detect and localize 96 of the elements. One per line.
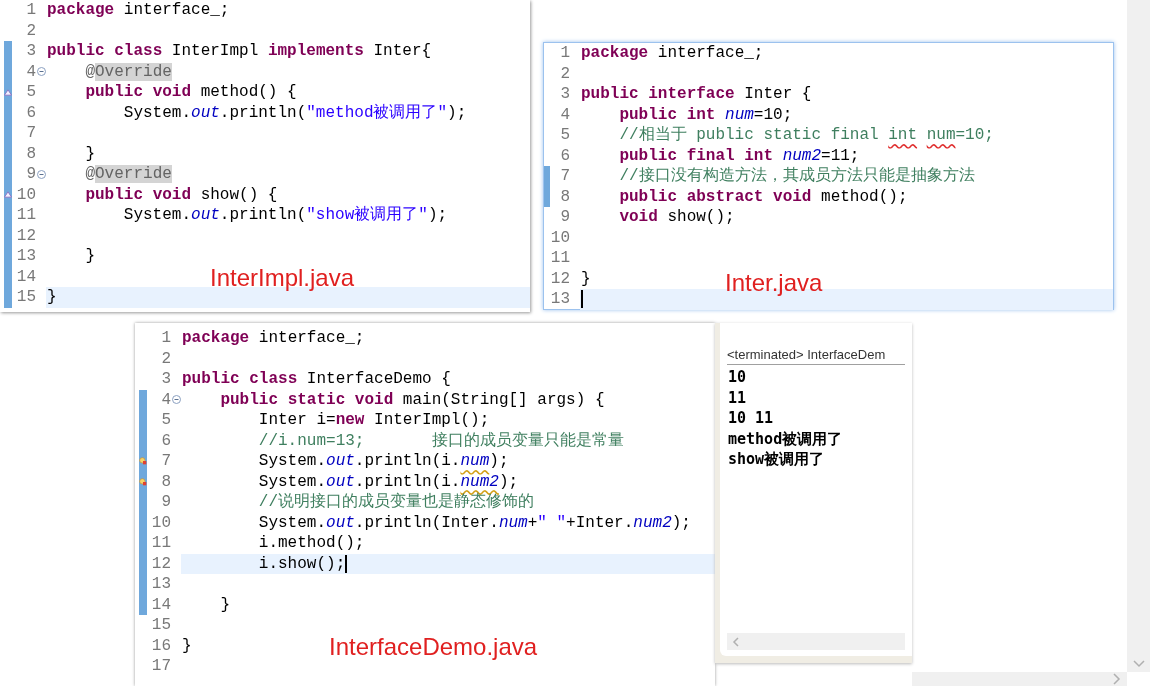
code-line: //说明接口的成员变量也是静态修饰的 [257, 492, 534, 513]
file-caption: InterfaceDemo.java [329, 632, 538, 662]
line-number: 4 [559, 104, 570, 125]
collapse-icon[interactable] [37, 169, 46, 179]
code-line: void show(); [618, 207, 735, 228]
line-number: 10 [550, 227, 570, 248]
code-line: System.out.println("method被调用了"); [122, 102, 467, 123]
line-number: 5 [25, 82, 36, 103]
line-number: 5 [559, 125, 570, 146]
chevron-down-icon[interactable] [1132, 660, 1145, 668]
collapse-icon[interactable] [37, 67, 46, 77]
line-number: 4 [160, 389, 171, 410]
line-number: 14 [16, 266, 36, 287]
line-number: 13 [16, 246, 36, 267]
line-number: 11 [550, 248, 570, 269]
code-line: } [84, 246, 95, 267]
console-output-line: method被调用了 [728, 428, 844, 449]
code-line: package interface_; [182, 328, 365, 349]
line-number: 9 [160, 492, 171, 513]
code-line: Inter i=new InterImpl(); [257, 410, 490, 431]
line-number: 7 [160, 451, 171, 472]
code-line: } [182, 635, 192, 656]
code-line: } [581, 268, 591, 289]
line-number: 2 [559, 63, 570, 84]
line-number: 14 [151, 594, 171, 615]
console-output-line: 11 [728, 387, 748, 408]
line-number: 13 [151, 574, 171, 595]
code-line: package interface_; [581, 43, 764, 64]
line-number: 2 [25, 20, 36, 41]
line-number: 17 [151, 656, 171, 677]
file-caption: Inter.java [725, 268, 823, 298]
line-number: 11 [151, 533, 171, 554]
code-line: public interface Inter { [581, 84, 812, 105]
line-number: 3 [559, 84, 570, 105]
code-line: i.show(); [257, 553, 346, 574]
code-line: //接口没有构造方法，其成员方法只能是抽象方法 [618, 166, 975, 187]
line-number: 15 [16, 287, 36, 308]
line-number: 3 [160, 369, 171, 390]
console-output-line: 10 [728, 367, 748, 388]
line-number: 12 [550, 268, 570, 289]
code-line: System.out.println(Inter.num+" "+Inter.num2); [257, 512, 691, 533]
code-line: i.method(); [257, 533, 365, 554]
line-number: 12 [151, 553, 171, 574]
code-line: public final int num2=11; [618, 145, 860, 166]
chevron-right-icon[interactable] [1113, 673, 1121, 685]
line-number: 15 [151, 615, 171, 636]
code-line: public void show() { [84, 184, 278, 205]
line-number: 1 [160, 328, 171, 349]
code-line: public void method() { [84, 82, 297, 103]
code-line: public static void main(String[] args) { [219, 389, 605, 410]
collapse-icon[interactable] [172, 395, 181, 405]
line-number: 8 [559, 186, 570, 207]
line-number: 4 [25, 61, 36, 82]
line-number: 3 [25, 41, 36, 62]
code-line: System.out.println(i.num2); [257, 471, 519, 492]
line-number: 13 [550, 289, 570, 310]
line-number: 9 [25, 164, 36, 185]
vertical-scrollbar[interactable] [1127, 0, 1150, 672]
line-number: 6 [559, 145, 570, 166]
line-number: 10 [151, 512, 171, 533]
console-output-line: show被调用了 [728, 449, 826, 470]
console-output-line: 10 11 [728, 408, 775, 429]
console-scrollbar[interactable] [727, 633, 905, 650]
line-number: 1 [559, 43, 570, 64]
line-number: 8 [160, 471, 171, 492]
code-line: } [47, 287, 57, 308]
code-line: public abstract void method(); [618, 186, 908, 207]
line-number: 7 [559, 166, 570, 187]
horizontal-scrollbar[interactable] [912, 672, 1127, 686]
code-line: package interface_; [47, 0, 230, 21]
line-number: 7 [25, 123, 36, 144]
code-line: //相当于 public static final int num=10; [618, 125, 994, 146]
file-caption: InterImpl.java [210, 263, 355, 293]
chevron-left-icon[interactable] [732, 636, 739, 647]
code-line: public int num=10; [618, 104, 793, 125]
code-line: } [219, 594, 230, 615]
line-number: 12 [16, 225, 36, 246]
code-line: @Override [84, 164, 172, 185]
line-number: 9 [559, 207, 570, 228]
line-number: 6 [160, 430, 171, 451]
line-number: 11 [16, 205, 36, 226]
line-number: 6 [25, 102, 36, 123]
line-number: 10 [16, 184, 36, 205]
console-header: <terminated> InterfaceDem [727, 347, 905, 365]
code-line: public class InterImpl implements Inter{ [47, 41, 432, 62]
code-line: System.out.println(i.num); [257, 451, 509, 472]
code-line: public class InterfaceDemo { [182, 369, 451, 390]
code-line: @Override [84, 61, 172, 82]
line-number: 1 [25, 0, 36, 21]
line-number: 2 [160, 348, 171, 369]
line-number: 5 [160, 410, 171, 431]
code-line: System.out.println("show被调用了"); [122, 205, 448, 226]
line-number: 16 [151, 635, 171, 656]
line-number: 8 [25, 143, 36, 164]
code-line: } [84, 143, 95, 164]
code-line: //i.num=13; 接口的成员变量只能是常量 [257, 430, 624, 451]
